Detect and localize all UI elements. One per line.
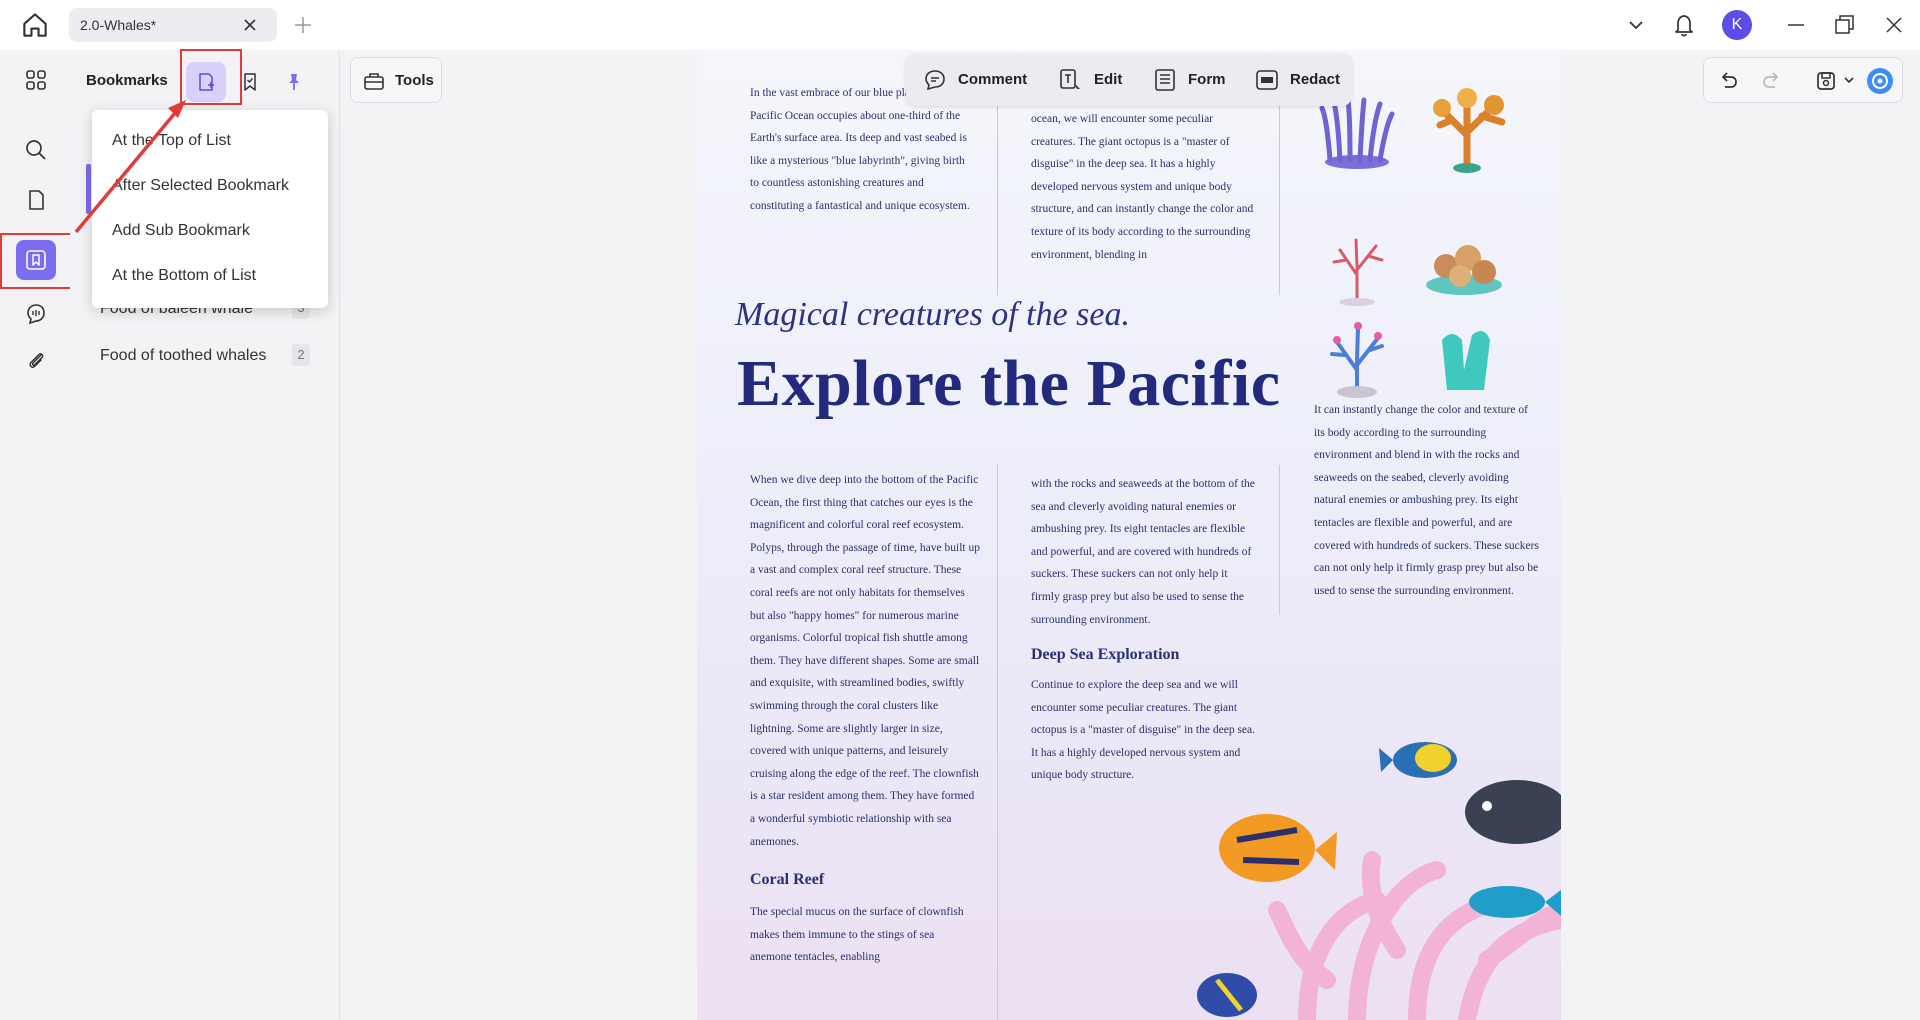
striped-fish-icon [1197,973,1257,1017]
brown-coral-icon [1426,245,1502,295]
user-avatar[interactable]: K [1722,10,1752,40]
toolbox-icon [364,73,384,90]
section-subtitle: Magical creatures of the sea. [735,296,1131,333]
document-page: In the vast embrace of our blue planet, … [697,50,1561,1020]
undo-icon[interactable] [1716,69,1740,93]
minimize-icon[interactable] [1784,10,1808,40]
column-divider [997,80,998,295]
redact-label: Redact [1290,71,1341,88]
octopus-paragraph-top: ocean, we will encounter some peculiar c… [1031,113,1254,261]
pin-panel-button[interactable] [274,62,314,102]
orange-fish-icon [1219,814,1337,882]
comment-icon [925,70,945,91]
new-tab-icon[interactable] [292,14,314,36]
bookmark-check-icon [244,73,256,91]
blue-coral-icon [1330,322,1384,398]
main-title: Explore the Pacific [737,347,1281,420]
redact-icon [1256,70,1278,90]
left-rail [6,50,66,1020]
octopus-paragraph-mid: with the rocks and seaweeds at the botto… [1031,478,1255,626]
close-window-icon[interactable] [1882,10,1906,40]
clownfish-paragraph: The special mucus on the surface of clow… [750,906,964,964]
menu-item-top-of-list[interactable]: At the Top of List [112,132,231,150]
purple-coral-icon [1319,97,1395,169]
pufferfish-icon [1465,780,1561,844]
attachments-button[interactable] [16,340,56,380]
form-icon [1155,69,1175,91]
document-tab[interactable]: 2.0-Whales* [69,8,277,42]
column-divider [1279,465,1280,615]
edit-label: Edit [1094,71,1123,88]
restore-window-icon[interactable] [1832,10,1856,40]
ai-assistant-icon[interactable] [1866,67,1894,95]
chevron-down-icon[interactable] [1624,10,1648,40]
orange-coral-icon [1433,88,1506,173]
teal-coral-icon [1442,331,1490,390]
rail-highlight-box [0,233,78,289]
form-label: Form [1188,71,1226,88]
close-tab-icon[interactable] [241,16,259,34]
coral-illustrations [1319,88,1506,398]
comment-label: Comment [958,71,1028,88]
edit-text-icon [1060,69,1080,89]
add-bookmark-menu: At the Top of List After Selected Bookma… [92,110,328,308]
octopus-paragraph-right: It can instantly change the color and te… [1314,404,1539,597]
pink-coral-icon [1268,851,1561,1020]
tools-label: Tools [395,72,434,89]
coral-reef-paragraph: When we dive deep into the bottom of the… [750,474,980,848]
yellow-fish-icon [1379,742,1457,778]
search-button[interactable] [16,130,56,170]
save-options-chevron-icon[interactable] [1842,73,1856,87]
tab-title: 2.0-Whales* [80,17,157,33]
column-divider [997,465,998,1020]
save-icon[interactable] [1814,69,1838,93]
column-divider [1279,80,1280,295]
panel-title: Bookmarks [86,72,168,89]
pin-icon [289,74,299,90]
menu-item-bottom-of-list[interactable]: At the Bottom of List [112,267,256,285]
red-coral-icon [1332,238,1384,306]
tools-button[interactable]: Tools [350,57,442,103]
comment-bubble-icon [27,304,45,325]
deep-sea-heading: Deep Sea Exploration [1031,646,1180,663]
search-icon [26,140,46,160]
edit-toolbar: Comment Edit Form Redact [906,54,1352,106]
notification-bell-icon[interactable] [1672,10,1696,40]
menu-item-after-selected[interactable]: After Selected Bookmark [112,177,289,195]
grid-icon [26,70,46,90]
selected-bookmark-indicator [86,164,91,214]
action-toolbar [1703,57,1903,103]
bookmark-item-toothed[interactable]: Food of toothed whales [100,347,266,365]
title-bar: 2.0-Whales* K [0,0,1920,50]
redo-icon[interactable] [1760,69,1784,93]
menu-item-sub-bookmark[interactable]: Add Sub Bookmark [112,222,250,240]
home-icon[interactable] [20,12,50,38]
thumbnails-button[interactable] [16,60,56,100]
sea-life-illustration [1197,742,1561,1020]
coral-reef-heading: Coral Reef [750,871,825,888]
pages-button[interactable] [16,180,56,220]
bookmark-options-button[interactable] [230,62,270,102]
comments-button[interactable] [16,294,56,334]
paperclip-icon [29,353,44,369]
bookmark-count-toothed: 2 [292,344,310,366]
page-icon [29,190,44,210]
